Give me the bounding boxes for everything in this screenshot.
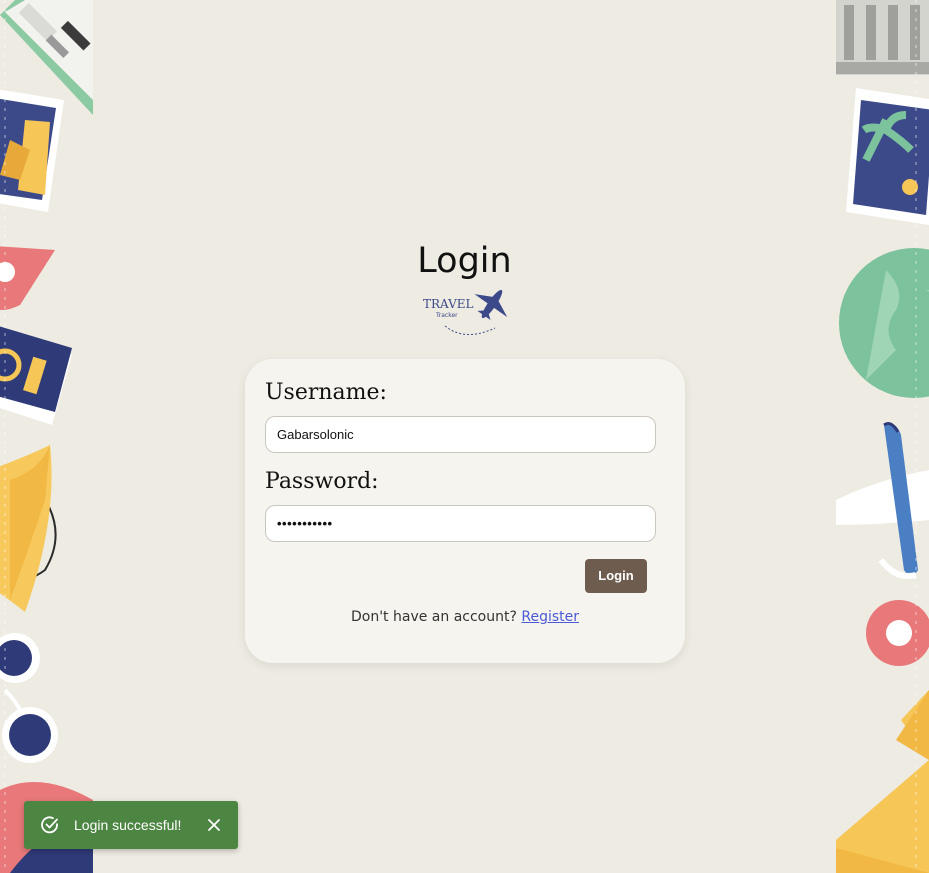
login-button[interactable]: Login [585, 559, 647, 593]
register-link[interactable]: Register [521, 609, 579, 625]
travel-tracker-logo: TRAVEL Tracker [420, 284, 516, 340]
palm-photo-illustration [846, 88, 929, 225]
hat-illustration [0, 445, 57, 612]
location-pin-illustration-right [866, 600, 929, 666]
password-label: Password: [265, 469, 379, 494]
check-circle-icon [41, 816, 58, 834]
passport-illustration [0, 326, 72, 425]
toast-message: Login successful! [74, 817, 182, 833]
register-prompt: Don't have an account? Register [245, 609, 685, 625]
left-decoration [0, 0, 93, 873]
login-page: Login TRAVEL Tracker Username: Gabarsolo… [0, 0, 929, 873]
photo-card-illustration [0, 89, 64, 212]
envelope-illustration [836, 690, 929, 873]
binoculars-illustration [0, 633, 58, 763]
close-icon[interactable] [207, 818, 221, 832]
register-prompt-text: Don't have an account? [350, 609, 517, 625]
login-card: Username: Gabarsolonic Password: •••••••… [245, 359, 685, 663]
airplane-illustration [836, 422, 929, 579]
username-label: Username: [265, 380, 387, 405]
building-illustration [836, 0, 929, 75]
success-toast: Login successful! [24, 801, 238, 849]
right-decoration [836, 0, 929, 873]
page-title: Login [417, 241, 512, 281]
username-input[interactable]: Gabarsolonic [265, 416, 656, 453]
logo-text-sub: Tracker [435, 312, 458, 319]
password-input[interactable]: ••••••••••• [265, 505, 656, 542]
logo-text-main: TRAVEL [423, 297, 474, 311]
